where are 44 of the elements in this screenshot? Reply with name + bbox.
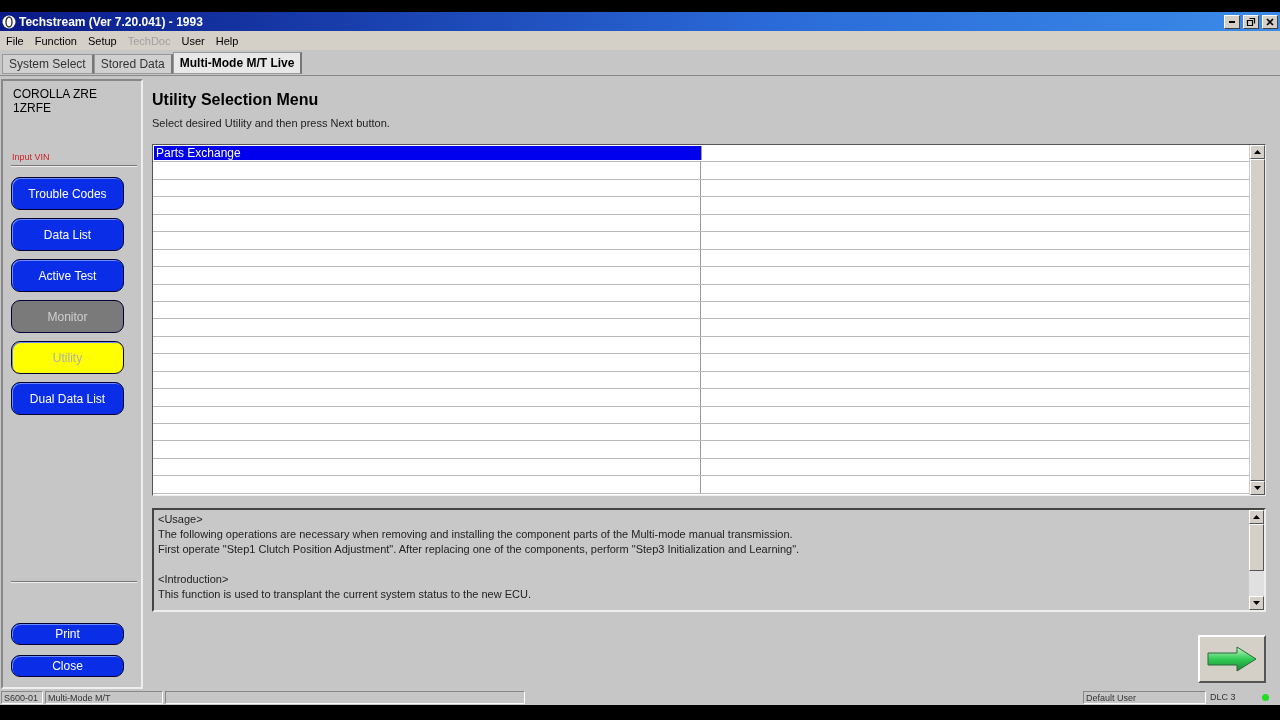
sidebar-button[interactable]: Dual Data List bbox=[11, 382, 124, 415]
restore-icon bbox=[1245, 15, 1257, 28]
minimize-button[interactable] bbox=[1224, 14, 1240, 29]
vehicle-label: 1ZRFE bbox=[13, 101, 52, 115]
status-text: Default User bbox=[1083, 690, 1206, 704]
status-text: DLC 3 bbox=[1209, 690, 1237, 704]
window-title: Techstream (Ver 7.20.041) - 1993 bbox=[19, 14, 203, 29]
menu-item[interactable]: Function bbox=[34, 34, 77, 47]
menu-item[interactable]: File bbox=[6, 34, 24, 47]
sidebar-button[interactable]: Trouble Codes bbox=[11, 177, 124, 210]
close-button[interactable] bbox=[1262, 14, 1278, 29]
restore-button[interactable] bbox=[1243, 14, 1259, 29]
status-text: S600-01 bbox=[1, 690, 43, 704]
scroll-down-icon[interactable] bbox=[1250, 481, 1265, 495]
menu-item[interactable]: User bbox=[181, 34, 205, 47]
menu-item[interactable]: Help bbox=[215, 34, 239, 47]
scrollbar[interactable] bbox=[1248, 510, 1264, 610]
vehicle-label: COROLLA ZRE bbox=[13, 87, 99, 101]
page-title: Utility Selection Menu bbox=[152, 91, 320, 109]
scroll-down-icon[interactable] bbox=[1249, 596, 1264, 610]
sidebar-button[interactable]: Active Test bbox=[11, 259, 124, 292]
tab[interactable]: System Select bbox=[2, 54, 94, 74]
tab[interactable]: Stored Data bbox=[93, 54, 173, 74]
close-icon bbox=[1266, 17, 1274, 26]
tab[interactable]: Multi-Mode M/T Live bbox=[172, 52, 303, 74]
scroll-up-icon[interactable] bbox=[1249, 510, 1264, 524]
arrow-icon bbox=[1207, 646, 1257, 672]
next-button[interactable] bbox=[1198, 635, 1266, 683]
sidebar-button[interactable]: Close bbox=[11, 655, 124, 677]
description-text: This function is used to transplant the current system status to the new ECU. bbox=[158, 587, 532, 602]
minimize-icon bbox=[1229, 20, 1235, 23]
table-cell[interactable]: Parts Exchange bbox=[154, 146, 702, 161]
scroll-thumb[interactable] bbox=[1249, 524, 1264, 571]
description-text: The following operations are necessary when removing and installing the component parts of the Multi-mode manual transmission. bbox=[158, 527, 794, 542]
instruction-text: Select desired Utility and then press Next button. bbox=[152, 117, 391, 129]
scroll-up-icon[interactable] bbox=[1250, 145, 1265, 159]
sidebar-button[interactable]: Print bbox=[11, 623, 124, 645]
app-logo-icon bbox=[2, 14, 16, 29]
description-text: First operate "Step1 Clutch Position Adjustment". After replacing one of the components, perform "Step3 Initialization and Learning". bbox=[158, 542, 801, 557]
menu-item[interactable]: Setup bbox=[87, 34, 117, 47]
description-text: <Introduction> bbox=[158, 572, 230, 587]
status-text: Multi-Mode M/T bbox=[45, 690, 163, 704]
sidebar-button[interactable]: Data List bbox=[11, 218, 124, 251]
description-text: <Usage> bbox=[158, 512, 204, 527]
